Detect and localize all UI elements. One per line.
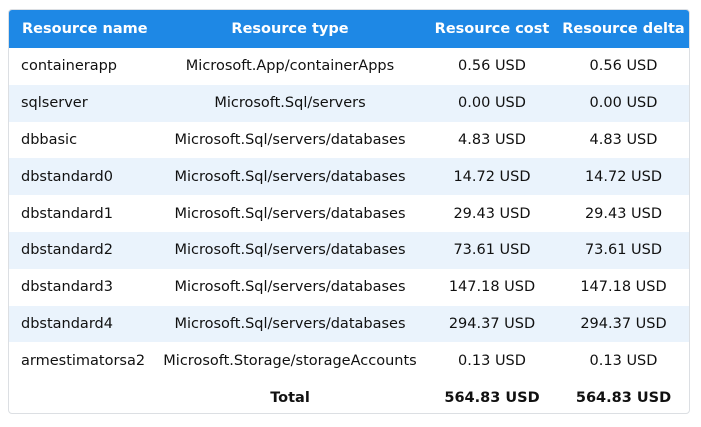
cell-resource-name: armestimatorsa2 [21, 352, 146, 369]
cell-resource-name: dbstandard4 [21, 315, 113, 332]
header-resource-name: Resource name [22, 21, 148, 37]
cell-resource-name: dbstandard1 [21, 205, 113, 222]
resource-cost-table: Resource name Resource type Resource cos… [9, 10, 689, 413]
cell-resource-delta: 0.13 USD [589, 352, 658, 369]
table-row: dbbasic Microsoft.Sql/servers/databases … [9, 122, 689, 159]
cell-resource-cost: 14.72 USD [453, 168, 531, 185]
cell-resource-type: Microsoft.Sql/servers/databases [174, 205, 406, 222]
table-row: armestimatorsa2 Microsoft.Storage/storag… [9, 342, 689, 379]
cell-resource-cost: 0.13 USD [458, 352, 526, 369]
table-row: containerapp Microsoft.App/containerApps… [9, 48, 689, 85]
cell-resource-name: dbstandard3 [21, 279, 113, 296]
cell-resource-cost: 147.18 USD [448, 279, 536, 296]
cell-resource-cost: 0.00 USD [458, 95, 526, 112]
cell-resource-type: Microsoft.Sql/servers [214, 95, 366, 112]
cell-resource-type: Microsoft.Sql/servers/databases [174, 168, 406, 185]
header-resource-cost: Resource cost [434, 21, 550, 37]
cell-resource-name: sqlserver [21, 95, 88, 112]
table-row: dbstandard4 Microsoft.Sql/servers/databa… [9, 305, 689, 343]
table-row: dbstandard0 Microsoft.Sql/servers/databa… [9, 158, 689, 196]
resource-cost-table-container: Resource name Resource type Resource cos… [8, 9, 690, 414]
header-row: Resource name Resource type Resource cos… [9, 10, 689, 48]
header-resource-delta: Resource delta [562, 21, 685, 37]
total-delta: 564.83 USD [575, 389, 672, 406]
cell-resource-cost: 294.37 USD [448, 315, 536, 332]
table-row: dbstandard1 Microsoft.Sql/servers/databa… [9, 195, 689, 232]
cell-resource-delta: 73.61 USD [584, 242, 663, 259]
cell-resource-type: Microsoft.Storage/storageAccounts [163, 352, 417, 369]
total-cost: 564.83 USD [444, 389, 540, 406]
header-resource-type: Resource type [231, 21, 349, 37]
cell-resource-delta: 0.56 USD [589, 58, 658, 75]
cell-resource-type: Microsoft.Sql/servers/databases [174, 279, 406, 296]
total-row: Total 564.83 USD 564.83 USD [9, 379, 689, 413]
table-row: dbstandard2 Microsoft.Sql/servers/databa… [9, 231, 689, 269]
table-body: containerapp Microsoft.App/containerApps… [9, 48, 689, 413]
cell-resource-name: dbstandard0 [21, 168, 113, 185]
total-label: Total [270, 389, 310, 406]
cell-resource-delta: 14.72 USD [584, 168, 663, 185]
cell-resource-delta: 29.43 USD [584, 205, 663, 222]
cell-resource-cost: 0.56 USD [458, 58, 526, 75]
cell-resource-cost: 73.61 USD [453, 242, 531, 259]
total-empty-cell [9, 379, 152, 413]
table-row: dbstandard3 Microsoft.Sql/servers/databa… [9, 269, 689, 306]
cell-resource-type: Microsoft.Sql/servers/databases [174, 242, 406, 259]
cell-resource-type: Microsoft.Sql/servers/databases [174, 315, 406, 332]
cell-resource-delta: 4.83 USD [589, 131, 658, 148]
cell-resource-name: dbbasic [21, 131, 78, 148]
table-row: sqlserver Microsoft.Sql/servers 0.00 USD… [9, 84, 689, 122]
cell-resource-delta: 294.37 USD [580, 315, 667, 332]
table-header: Resource name Resource type Resource cos… [9, 10, 689, 48]
cell-resource-name: dbstandard2 [21, 242, 113, 259]
cell-resource-delta: 147.18 USD [580, 279, 667, 296]
cell-resource-delta: 0.00 USD [589, 95, 658, 112]
cell-resource-name: containerapp [21, 58, 117, 75]
cell-resource-type: Microsoft.App/containerApps [185, 58, 395, 75]
cell-resource-type: Microsoft.Sql/servers/databases [174, 131, 406, 148]
cell-resource-cost: 4.83 USD [458, 131, 526, 148]
cell-resource-cost: 29.43 USD [453, 205, 531, 222]
